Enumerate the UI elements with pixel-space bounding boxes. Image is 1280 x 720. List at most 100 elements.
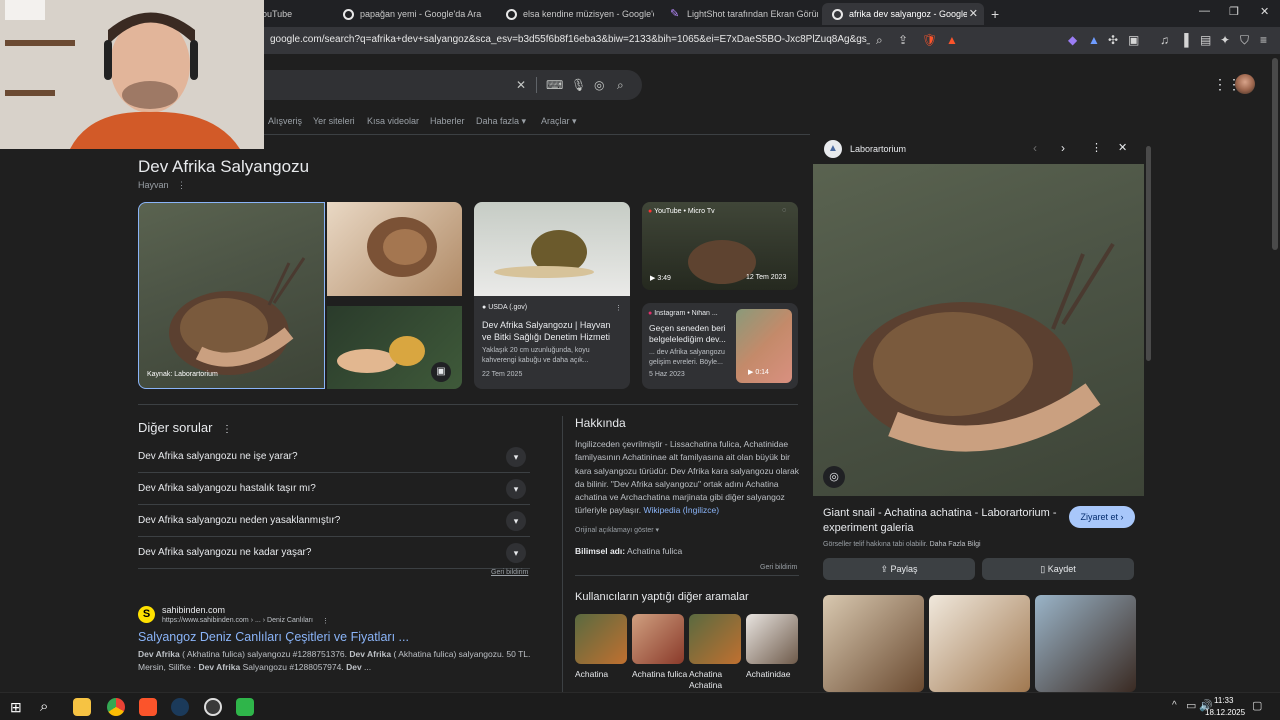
clock-time[interactable]: 11:33	[1214, 696, 1233, 705]
steam-icon[interactable]	[171, 698, 189, 716]
snail-image-3[interactable]: ▣	[327, 306, 462, 389]
rewards-icon[interactable]: ▲	[946, 33, 958, 47]
windows-start-icon[interactable]: ⊞	[10, 699, 22, 716]
clock-date[interactable]: 18.12.2025	[1205, 708, 1245, 717]
main-snail-image[interactable]: Kaynak: Laborartorium	[138, 202, 325, 389]
more-options-icon[interactable]: ⋮	[1091, 141, 1102, 154]
keyboard-icon[interactable]: ⌨	[546, 78, 563, 92]
more-options-icon[interactable]: ⋮	[615, 304, 622, 312]
snail-image-2[interactable]	[327, 202, 462, 296]
brave-shield-icon[interactable]: 🛡	[922, 33, 937, 47]
result-url[interactable]: https://www.sahibinden.com › ... › Deniz…	[162, 617, 313, 624]
music-icon[interactable]: ♫	[1160, 33, 1169, 47]
usda-card[interactable]: ● USDA (.gov) ⋮ Dev Afrika Salyangozu | …	[474, 202, 630, 389]
menu-icon[interactable]: ≡	[1260, 33, 1267, 47]
url-field[interactable]: google.com/search?q=afrika+dev+salyangoz…	[270, 34, 870, 45]
vpn-icon[interactable]: ⛉	[1240, 33, 1249, 48]
tab-short-videos[interactable]: Kısa videolar	[367, 116, 419, 126]
instagram-card[interactable]: ● Instagram • Nihan ... Geçen seneden be…	[642, 303, 798, 389]
question-row[interactable]: Dev Afrika salyangozu neden yasaklanmışt…	[138, 505, 530, 537]
show-original-link[interactable]: Orijinal açıklamayı göster ▾	[575, 526, 659, 534]
tab-more[interactable]: Daha fazla ▾	[476, 116, 526, 127]
file-explorer-icon[interactable]	[73, 698, 91, 716]
instagram-snippet: ... dev Afrika salyangozu gelişim evrele…	[649, 349, 725, 366]
zoom-icon[interactable]: ⌕	[876, 33, 883, 48]
prev-icon[interactable]: ‹	[1033, 141, 1037, 155]
related-thumb-3[interactable]	[689, 614, 741, 664]
close-icon[interactable]: ✕	[1118, 141, 1127, 154]
wallet-icon[interactable]: ▤	[1200, 33, 1211, 47]
share-button[interactable]: ⇪ Paylaş	[823, 558, 975, 580]
youtube-card[interactable]: ● YouTube • Micro Tv ◌ ▶ 3:49 12 Tem 202…	[642, 202, 798, 290]
tab-news[interactable]: Haberler	[430, 116, 465, 126]
share-icon[interactable]: ⇪	[898, 33, 908, 47]
leo-ai-icon[interactable]: ✦	[1220, 33, 1230, 47]
related-label-4[interactable]: Achatinidae	[746, 669, 802, 680]
panel-scrollbar[interactable]	[1146, 146, 1151, 361]
related-label-2[interactable]: Achatina fulica	[632, 669, 688, 680]
network-icon[interactable]: ▭	[1186, 699, 1196, 712]
more-options-icon[interactable]: ⋮	[322, 617, 329, 625]
next-icon[interactable]: ›	[1061, 141, 1065, 155]
microphone-icon[interactable]: 🎙	[571, 78, 586, 92]
feedback-link[interactable]: Geri bildirim	[491, 569, 528, 576]
close-tab-icon[interactable]: ✕	[969, 7, 978, 20]
avatar[interactable]	[1235, 74, 1255, 94]
app-icon[interactable]	[236, 698, 254, 716]
close-window-icon[interactable]: ✕	[1260, 5, 1269, 18]
extensions-puzzle-icon[interactable]: ✣	[1108, 33, 1118, 47]
new-tab-button[interactable]: +	[986, 3, 1008, 25]
question-row[interactable]: Dev Afrika salyangozu hastalık taşır mı?…	[138, 473, 530, 505]
reader-icon[interactable]: ▣	[1128, 33, 1139, 47]
tab-lightshot[interactable]: ✎ LightShot tarafından Ekran Görüntüs	[660, 3, 818, 25]
brave-icon[interactable]	[139, 698, 157, 716]
sidebar-icon[interactable]: ▐	[1180, 33, 1189, 47]
chrome-icon[interactable]	[107, 698, 125, 716]
related-image-2[interactable]	[929, 595, 1030, 692]
more-options-icon[interactable]: ⋮	[222, 424, 232, 435]
related-label-1[interactable]: Achatina	[575, 669, 631, 680]
snippet-bold: Dev Afrika	[138, 649, 180, 659]
related-thumb-2[interactable]	[632, 614, 684, 664]
related-thumb-1[interactable]	[575, 614, 627, 664]
snippet-bold: Dev Afrika	[349, 649, 392, 659]
tray-chevron-icon[interactable]: ^	[1172, 700, 1177, 711]
tab-tools[interactable]: Araçlar ▾	[541, 116, 577, 127]
related-image-1[interactable]	[823, 595, 924, 692]
result-title[interactable]: Salyangoz Deniz Canlıları Çeşitleri ve F…	[138, 630, 409, 644]
tab-shopping[interactable]: Alışveriş	[268, 116, 302, 126]
divider	[575, 575, 799, 576]
tab-afrika[interactable]: afrika dev salyangoz - Google'da ✕	[822, 3, 984, 25]
page-scrollbar[interactable]	[1272, 58, 1278, 250]
obs-icon[interactable]	[204, 698, 222, 716]
visit-button[interactable]: Ziyaret et ›	[1069, 506, 1135, 528]
notification-icon[interactable]: ▢	[1252, 699, 1262, 712]
restore-icon[interactable]: ❐	[1229, 5, 1239, 18]
question-row[interactable]: Dev Afrika salyangozu ne kadar yaşar? ▾	[138, 537, 530, 569]
more-options-icon[interactable]: ⋮	[177, 180, 186, 190]
minimize-icon[interactable]: —	[1199, 5, 1210, 17]
taskbar-search-icon[interactable]: ⌕	[40, 698, 48, 715]
image-gallery-icon[interactable]: ▣	[431, 362, 451, 382]
panel-caption[interactable]: Giant snail - Achatina achatina - Labora…	[823, 506, 1063, 536]
lens-icon[interactable]: ◎	[594, 78, 604, 92]
save-button[interactable]: ▯ Kaydet	[982, 558, 1134, 580]
extension-icon-2[interactable]: ▲	[1088, 33, 1100, 47]
related-label-3[interactable]: Achatina Achatina	[689, 669, 745, 691]
panel-source[interactable]: Laborartorium	[850, 144, 906, 154]
more-info-link[interactable]: Daha Fazla Bilgi	[930, 541, 981, 548]
tab-places[interactable]: Yer siteleri	[313, 116, 355, 126]
search-box[interactable]: ✕ ⌨ 🎙 ◎ ⌕	[240, 70, 642, 100]
about-feedback-link[interactable]: Geri bildirim	[760, 564, 797, 571]
question-row[interactable]: Dev Afrika salyangozu ne işe yarar? ▾	[138, 441, 530, 473]
panel-main-image[interactable]: ◎	[813, 164, 1144, 496]
tab-papagan[interactable]: papağan yemi - Google'da Ara	[333, 3, 493, 25]
wikipedia-link[interactable]: Wikipedia (İngilizce)	[644, 505, 720, 515]
search-icon[interactable]: ⌕	[617, 78, 624, 93]
related-image-3[interactable]	[1035, 595, 1136, 692]
clear-icon[interactable]: ✕	[516, 78, 526, 92]
related-thumb-4[interactable]	[746, 614, 798, 664]
lens-icon[interactable]: ◎	[823, 466, 845, 488]
tab-elsa[interactable]: elsa kendine müzisyen - Google'da A	[496, 3, 654, 25]
extension-icon-1[interactable]: ◆	[1068, 33, 1077, 47]
